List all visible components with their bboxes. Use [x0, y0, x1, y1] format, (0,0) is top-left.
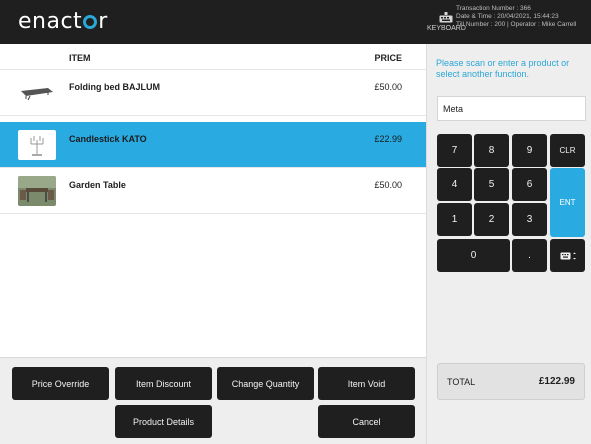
item-price: £22.99 [374, 134, 402, 144]
product-image-candlestick [18, 130, 56, 160]
key-9[interactable]: 9 [512, 134, 547, 167]
column-header-price: PRICE [374, 53, 402, 63]
keyboard-icon [439, 12, 453, 23]
function-bar: Price Override Item Discount Change Quan… [0, 357, 426, 444]
change-quantity-button[interactable]: Change Quantity [217, 367, 314, 400]
keyboard-toggle-key[interactable] [550, 239, 585, 272]
transaction-info: Transaction Number : 366 Date & Time : 2… [456, 5, 576, 29]
clear-key[interactable]: CLR [550, 134, 585, 167]
item-name: Candlestick KATO [69, 134, 147, 144]
key-7[interactable]: 7 [437, 134, 472, 167]
key-6[interactable]: 6 [512, 168, 547, 201]
logo-text-end: r [98, 9, 108, 34]
product-entry-field[interactable]: Meta [437, 96, 586, 121]
transaction-number: Transaction Number : 366 [456, 5, 531, 12]
key-1[interactable]: 1 [437, 203, 472, 236]
logo-ring-icon [83, 15, 98, 29]
items-header: ITEM PRICE [0, 44, 426, 70]
item-discount-button[interactable]: Item Discount [115, 367, 212, 400]
total-value: £122.99 [538, 376, 575, 387]
key-3[interactable]: 3 [512, 203, 547, 236]
item-price: £50.00 [374, 82, 402, 92]
key-5[interactable]: 5 [474, 168, 509, 201]
product-image-folding-bed [18, 78, 56, 108]
table-row[interactable]: Folding bed BAJLUM £50.00 [0, 70, 426, 116]
enactor-logo: enact r [18, 9, 108, 34]
column-header-item: ITEM [69, 53, 91, 63]
logo-text-start: enact [18, 9, 83, 34]
product-image-garden-table [18, 176, 56, 206]
cancel-button[interactable]: Cancel [318, 405, 415, 438]
basket-items-panel: ITEM PRICE Folding bed BAJLUM £50.00 Can… [0, 44, 426, 357]
total-label: TOTAL [447, 377, 476, 387]
keyboard-toggle-icon [560, 252, 576, 259]
app-header: enact r KEYBOARD Transaction Number : 366… [0, 0, 591, 44]
total-box: TOTAL £122.99 [437, 363, 585, 400]
keypad-panel: Please scan or enter a product or select… [426, 44, 591, 444]
date-time: Date & Time : 20/04/2021, 15:44:23 [456, 13, 559, 20]
item-name: Folding bed BAJLUM [69, 82, 160, 92]
item-name: Garden Table [69, 180, 126, 190]
key-4[interactable]: 4 [437, 168, 472, 201]
enter-key[interactable]: ENT [550, 168, 585, 237]
table-row[interactable]: Garden Table £50.00 [0, 168, 426, 214]
prompt-text: Please scan or enter a product or select… [436, 58, 570, 79]
key-2[interactable]: 2 [474, 203, 509, 236]
till-operator: Till Number : 200 | Operator : Mike Carr… [456, 21, 577, 28]
table-row-selected[interactable]: Candlestick KATO £22.99 [0, 122, 426, 168]
item-price: £50.00 [374, 180, 402, 190]
key-0[interactable]: 0 [437, 239, 510, 272]
item-void-button[interactable]: Item Void [318, 367, 415, 400]
price-override-button[interactable]: Price Override [12, 367, 109, 400]
key-8[interactable]: 8 [474, 134, 509, 167]
key-decimal[interactable]: . [512, 239, 547, 272]
product-details-button[interactable]: Product Details [115, 405, 212, 438]
